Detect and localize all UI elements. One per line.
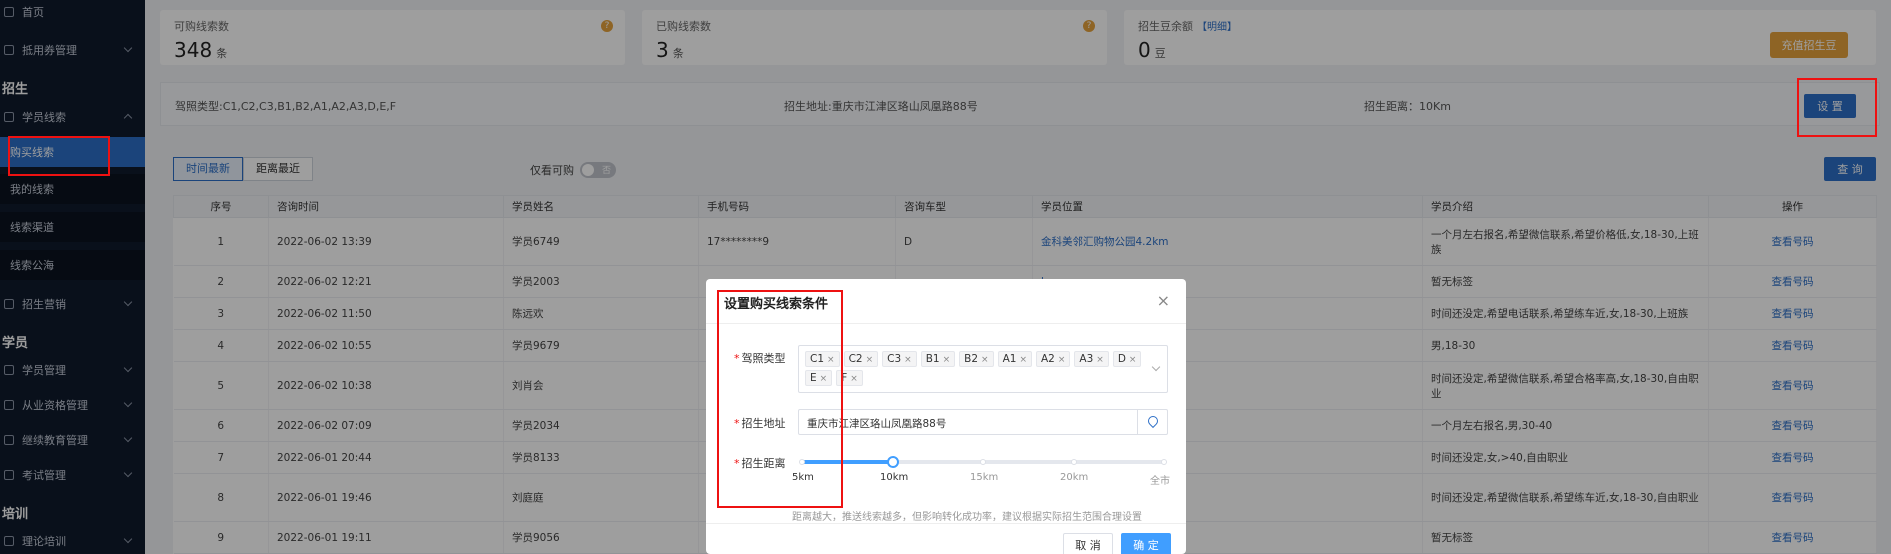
highlight-box bbox=[717, 290, 843, 508]
license-tag: A1 × bbox=[997, 351, 1032, 367]
close-icon[interactable]: × bbox=[1019, 355, 1027, 365]
license-tag: A2 × bbox=[1035, 351, 1071, 367]
slider-mark: 10km bbox=[880, 472, 909, 483]
tag-label: C2 bbox=[848, 353, 863, 365]
distance-slider[interactable] bbox=[799, 456, 1167, 468]
license-tag: C2 × bbox=[843, 351, 879, 367]
tag-label: B1 bbox=[925, 353, 940, 365]
slider-stop[interactable] bbox=[1161, 459, 1167, 465]
slider-stop[interactable] bbox=[1070, 459, 1077, 465]
tag-label: A3 bbox=[1079, 353, 1094, 365]
license-tag: D × bbox=[1112, 351, 1142, 367]
confirm-button[interactable]: 确 定 bbox=[1121, 533, 1171, 554]
slider-stop[interactable] bbox=[980, 459, 986, 465]
close-icon[interactable]: × bbox=[943, 355, 951, 365]
close-icon[interactable]: × bbox=[904, 355, 912, 365]
highlight-box bbox=[8, 136, 110, 176]
slider-handle[interactable] bbox=[886, 456, 899, 468]
close-icon[interactable]: × bbox=[1058, 355, 1066, 365]
license-tag: B1 × bbox=[920, 351, 956, 367]
tag-label: A1 bbox=[1002, 353, 1017, 365]
distance-hint: 距离越大，推送线索越多，但影响转化成功率，建议根据实际招生范围合理设置 bbox=[792, 512, 1142, 523]
tag-label: D bbox=[1117, 353, 1126, 365]
tag-label: A2 bbox=[1040, 353, 1055, 365]
tag-list: C1 × C2 × C3 × B1 × B2 × A1 × A2 × A3 × D ×E × F × bbox=[805, 350, 1161, 388]
close-icon[interactable]: × bbox=[850, 374, 858, 384]
close-icon[interactable]: × bbox=[1129, 355, 1137, 365]
highlight-box bbox=[1797, 78, 1877, 137]
divider bbox=[706, 523, 1186, 524]
cancel-button[interactable]: 取 消 bbox=[1063, 533, 1113, 554]
slider-mark: 15km bbox=[970, 472, 999, 483]
close-icon[interactable]: × bbox=[1157, 291, 1170, 310]
close-icon[interactable]: × bbox=[866, 355, 874, 365]
slider-mark: 全市 bbox=[1150, 476, 1170, 487]
location-pin-icon[interactable] bbox=[1137, 410, 1167, 434]
close-icon[interactable]: × bbox=[1096, 355, 1104, 365]
tag-label: C3 bbox=[887, 353, 902, 365]
license-tag: B2 × bbox=[959, 351, 994, 367]
license-type-select[interactable]: C1 × C2 × C3 × B1 × B2 × A1 × A2 × A3 × D ×E × F × bbox=[798, 345, 1168, 393]
address-input[interactable]: 重庆市江津区珞山凤凰路88号 bbox=[798, 409, 1168, 435]
slider-mark: 20km bbox=[1060, 472, 1089, 483]
tag-label: B2 bbox=[964, 353, 979, 365]
close-icon[interactable]: × bbox=[981, 355, 989, 365]
license-tag: A3 × bbox=[1074, 351, 1109, 367]
license-tag: C3 × bbox=[882, 351, 917, 367]
